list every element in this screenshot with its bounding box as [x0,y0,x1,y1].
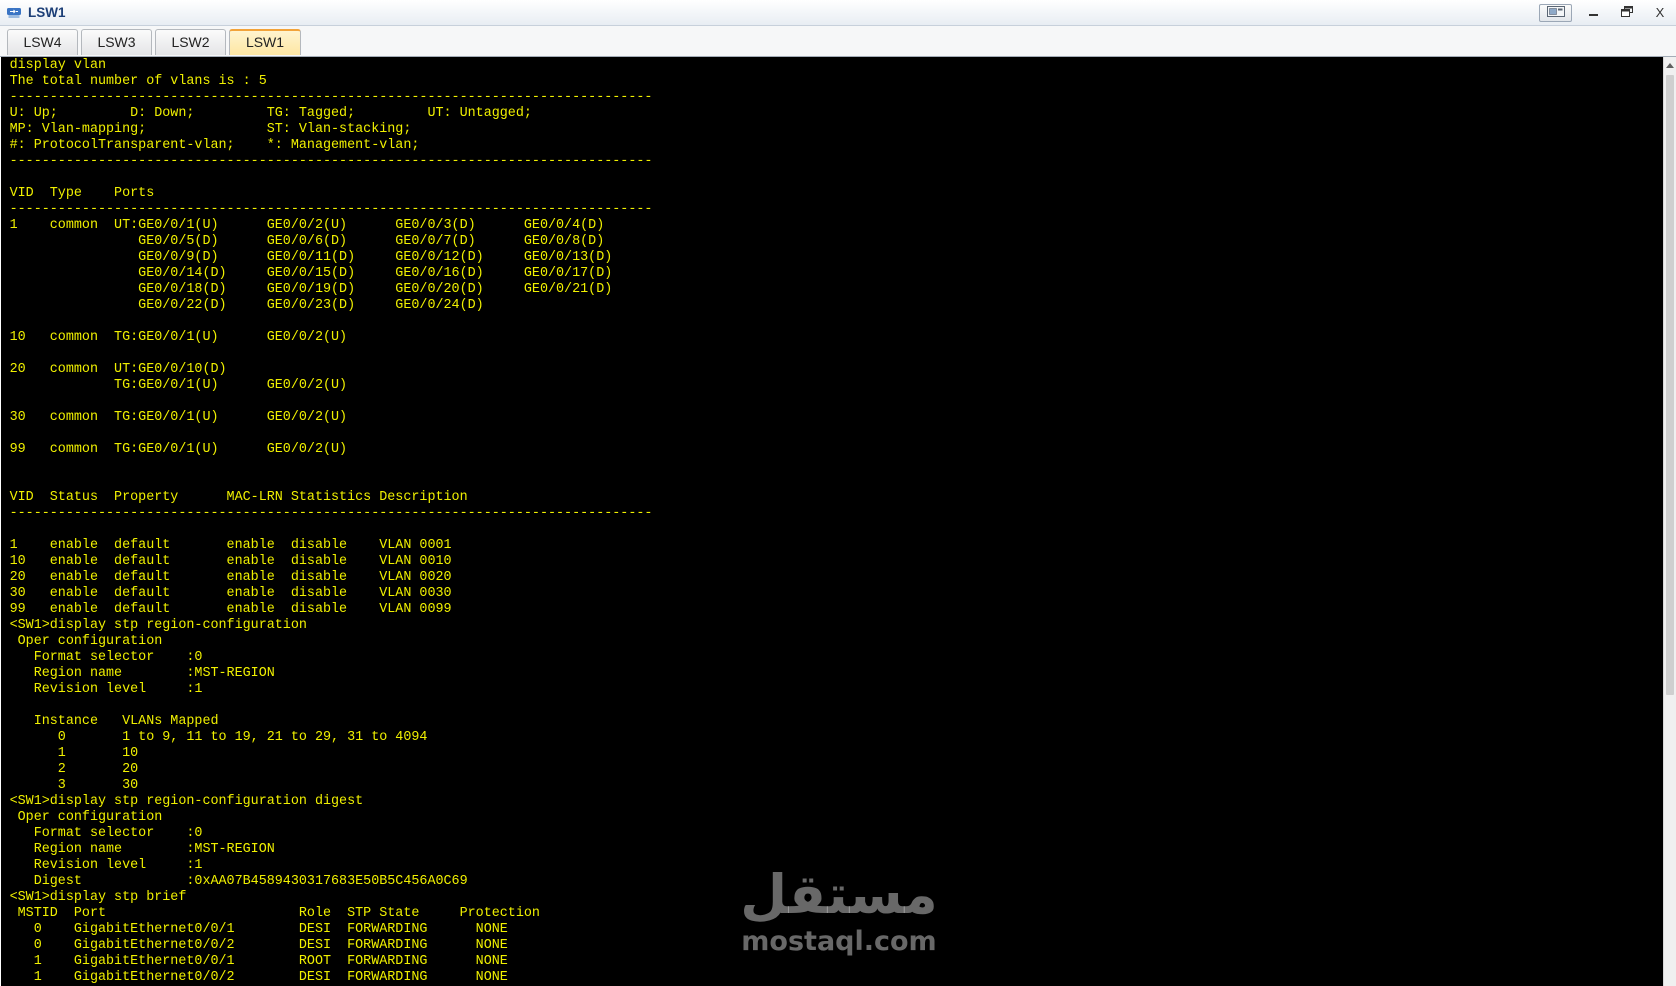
terminal-line: ----------------------------------------… [9,90,653,105]
tab-lsw1[interactable]: LSW1 [229,29,301,55]
terminal-line: <SW1>display stp brief [9,890,187,905]
terminal-line: Revision level :1 [9,682,203,697]
minimize-button[interactable] [1582,4,1606,22]
tab-lsw4[interactable]: LSW4 [7,29,78,55]
terminal-line: The total number of vlans is : 5 [9,74,267,89]
terminal-line: GE0/0/9(D) GE0/0/11(D) GE0/0/12(D) GE0/0… [9,250,613,265]
terminal-line: Digest :0xAA07B4589430317683E50B5C456A0C… [9,874,468,889]
terminal-line: ----------------------------------------… [9,154,653,169]
terminal-line: TG:GE0/0/1(U) GE0/0/2(U) [9,378,348,393]
terminal-line: GE0/0/18(D) GE0/0/19(D) GE0/0/20(D) GE0/… [9,282,613,297]
terminal-line: 0 GigabitEthernet0/0/1 DESI FORWARDING N… [9,922,508,937]
terminal-line: ----------------------------------------… [9,506,653,521]
terminal-line: 3 30 [9,778,139,793]
terminal-console[interactable]: display vlan The total number of vlans i… [1,57,1663,986]
terminal-line: 1 GigabitEthernet0/0/2 DESI FORWARDING N… [9,970,508,985]
terminal-line: 0 GigabitEthernet0/0/2 DESI FORWARDING N… [9,938,508,953]
terminal-line: Revision level :1 [9,858,203,873]
network-switch-icon [6,5,22,21]
scrollbar-thumb[interactable] [1666,75,1674,695]
window-title-bar[interactable]: LSW1 X [0,0,1676,26]
device-tab-bar: LSW4 LSW3 LSW2 LSW1 [0,26,1676,57]
minimize-icon [1588,4,1600,22]
window-title: LSW1 [28,5,66,20]
terminal-line: <SW1>display stp region-configuration di… [9,794,364,809]
terminal-line: 1 GigabitEthernet0/0/1 ROOT FORWARDING N… [9,954,508,969]
terminal-line: 10 enable default enable disable VLAN 00… [9,554,452,569]
terminal-line: 0 1 to 9, 11 to 19, 21 to 29, 31 to 4094 [9,730,428,745]
restore-window-button[interactable] [1614,4,1640,22]
terminal-line: <SW1>display stp region-configuration [9,618,307,633]
terminal-line: 1 10 [9,746,139,761]
terminal-line: 99 common TG:GE0/0/1(U) GE0/0/2(U) [9,442,348,457]
terminal-line: Instance VLANs Mapped [9,714,219,729]
terminal-line: GE0/0/14(D) GE0/0/15(D) GE0/0/16(D) GE0/… [9,266,613,281]
tab-lsw2[interactable]: LSW2 [155,29,226,55]
terminal-line: 1 common UT:GE0/0/1(U) GE0/0/2(U) GE0/0/… [9,218,605,233]
scroll-up-button[interactable] [1664,57,1676,71]
terminal-line: MSTID Port Role STP State Protection [9,906,540,921]
terminal-line: 1 enable default enable disable VLAN 000… [9,538,452,553]
terminal-line: 99 enable default enable disable VLAN 00… [9,602,452,617]
window-layout-button[interactable] [1539,4,1572,22]
terminal-line: VID Type Ports [9,186,155,201]
terminal-line: 2 20 [9,762,139,777]
terminal-line: Region name :MST-REGION [9,666,275,681]
terminal-line: 20 common UT:GE0/0/10(D) [9,362,227,377]
terminal-line: Region name :MST-REGION [9,842,275,857]
terminal-line: #: ProtocolTransparent-vlan; *: Manageme… [9,138,420,153]
window-layout-icon [1546,4,1565,22]
terminal-line: Format selector :0 [9,650,203,665]
terminal-line: VID Status Property MAC-LRN Statistics D… [9,490,468,505]
tab-lsw3[interactable]: LSW3 [81,29,152,55]
terminal-line: MP: Vlan-mapping; ST: Vlan-stacking; [9,122,412,137]
terminal-line: GE0/0/22(D) GE0/0/23(D) GE0/0/24(D) [9,298,484,313]
terminal-line: 20 enable default enable disable VLAN 00… [9,570,452,585]
terminal-line: Oper configuration [9,634,163,649]
terminal-line: 30 common TG:GE0/0/1(U) GE0/0/2(U) [9,410,348,425]
terminal-line: 30 enable default enable disable VLAN 00… [9,586,452,601]
terminal-line: 10 common TG:GE0/0/1(U) GE0/0/2(U) [9,330,348,345]
close-button[interactable]: X [1649,4,1671,22]
terminal-line: display vlan [9,58,107,73]
terminal-line: Format selector :0 [9,826,203,841]
terminal-line: ----------------------------------------… [9,202,653,217]
terminal-line: Oper configuration [9,810,163,825]
restore-window-icon [1621,4,1633,22]
vertical-scrollbar[interactable] [1663,57,1676,986]
terminal-line: U: Up; D: Down; TG: Tagged; UT: Untagged… [9,106,532,121]
terminal-output: display vlan The total number of vlans i… [1,58,653,986]
terminal-line: GE0/0/5(D) GE0/0/6(D) GE0/0/7(D) GE0/0/8… [9,234,605,249]
scroll-up-arrow-icon [1666,55,1674,73]
